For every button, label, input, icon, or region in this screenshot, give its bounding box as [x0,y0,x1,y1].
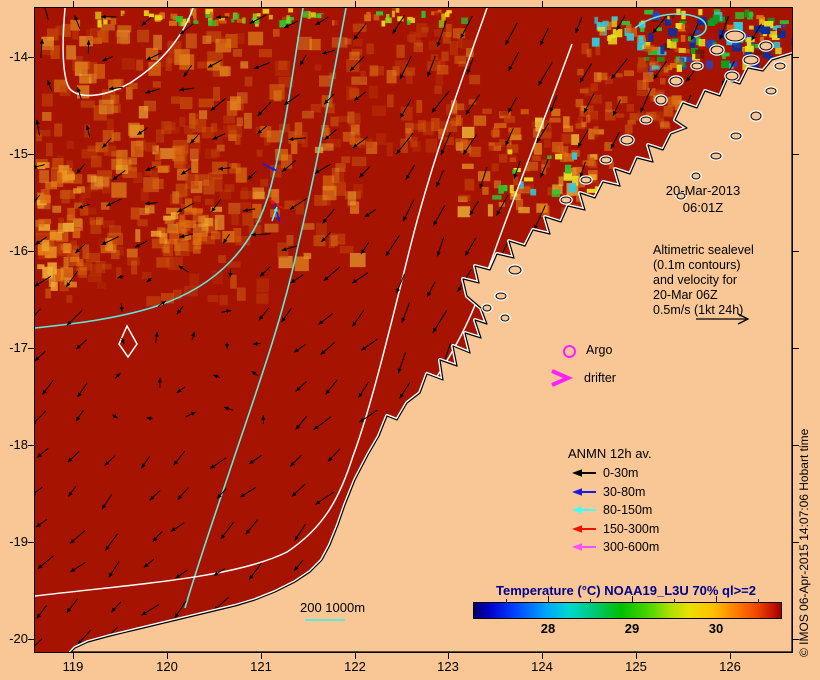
info-line1: Altimetric sealevel [653,243,754,257]
info-line3: and velocity for [653,273,738,287]
anmn-arrow-icon [572,506,596,515]
x-tick-top [730,1,731,7]
anmn-row: 150-300m [566,520,696,539]
anmn-arrow-icon [572,469,596,478]
depth-scale-label: 200 1000m [300,600,366,615]
y-tick [28,57,34,58]
colorbar-title: Temperature (°C) NOAA19_L3U 70% ql>=2 [496,583,756,598]
y-tick-right [793,57,799,58]
depth-scale-line [305,619,345,621]
y-tick-label: -16 [9,243,28,258]
y-tick-right [793,348,799,349]
x-tick-top [636,1,637,7]
x-tick-label: 122 [344,659,366,674]
anmn-row: 300-600m [566,538,696,557]
y-tick-label: -15 [9,146,28,161]
x-tick-top [355,1,356,7]
y-tick [28,542,34,543]
anmn-legend: ANMN 12h av. 0-30m 30-80m 80-150m 150-30… [566,446,696,557]
y-tick [28,251,34,252]
colorbar-tick [632,596,633,603]
velocity-scale-arrow-icon [696,313,750,325]
colorbar-minor-tick [506,599,507,603]
anmn-arrow-icon [572,543,596,552]
y-tick-label: -18 [9,437,28,452]
anmn-label: 80-150m [603,503,653,518]
y-tick [28,348,34,349]
y-tick-right [793,251,799,252]
drifter-label: drifter [584,371,616,385]
anmn-arrow-icon [572,487,596,496]
y-tick-label: -17 [9,340,28,355]
colorbar-minor-tick [590,599,591,603]
date-line2: 06:01Z [682,200,724,215]
colorbar-minor-tick [674,599,675,603]
colorbar-tick [548,596,549,603]
x-tick-label: 125 [625,659,647,674]
anmn-row: 0-30m [566,464,696,483]
x-tick-top [73,1,74,7]
y-tick-label: -19 [9,534,28,549]
x-tick-top [261,1,262,7]
info-line2: (0.1m contours) [653,258,741,272]
colorbar-tick-label: 28 [540,621,556,636]
y-tick-right [793,154,799,155]
info-line4: 20-Mar 06Z [653,288,718,302]
colorbar-gradient [473,602,782,619]
anmn-legend-title: ANMN 12h av. [568,446,652,461]
y-tick-label: -20 [9,631,28,646]
y-tick-label: -14 [9,49,28,64]
colorbar-tick [716,596,717,603]
anmn-arrow-icon [572,524,596,533]
x-tick-label: 120 [156,659,178,674]
x-tick-label: 119 [62,659,84,674]
y-tick [28,639,34,640]
anmn-label: 0-30m [603,466,639,481]
argo-label: Argo [586,343,613,357]
x-tick-label: 124 [531,659,553,674]
drifter-marker-icon [551,369,573,387]
colorbar-tick-label: 29 [624,621,640,636]
altimetric-info-label: Altimetric sealevel (0.1m contours) and … [653,243,754,318]
copyright-vertical: © IMOS 06-Apr-2015 14:07:06 Hobart time [797,428,811,657]
anmn-row: 30-80m [566,483,696,502]
date-line1: 20-Mar-2013 [665,183,741,198]
y-tick [28,445,34,446]
x-tick-label: 123 [437,659,459,674]
x-tick-top [542,1,543,7]
figure: 119 120 121 122 123 124 125 126 -14 -15 -16 -17 -18 -… [0,0,820,680]
x-tick-top [167,1,168,7]
date-label: 20-Mar-2013 06:01Z [638,182,768,216]
anmn-label: 300-600m [603,540,660,555]
argo-marker-icon [563,345,576,358]
anmn-label: 150-300m [603,521,660,536]
x-tick-label: 121 [250,659,272,674]
y-tick [28,154,34,155]
anmn-label: 30-80m [603,484,646,499]
anmn-row: 80-150m [566,501,696,520]
colorbar-tick-label: 30 [708,621,724,636]
x-tick-top [448,1,449,7]
colorbar-minor-tick [758,599,759,603]
x-tick-label: 126 [719,659,741,674]
